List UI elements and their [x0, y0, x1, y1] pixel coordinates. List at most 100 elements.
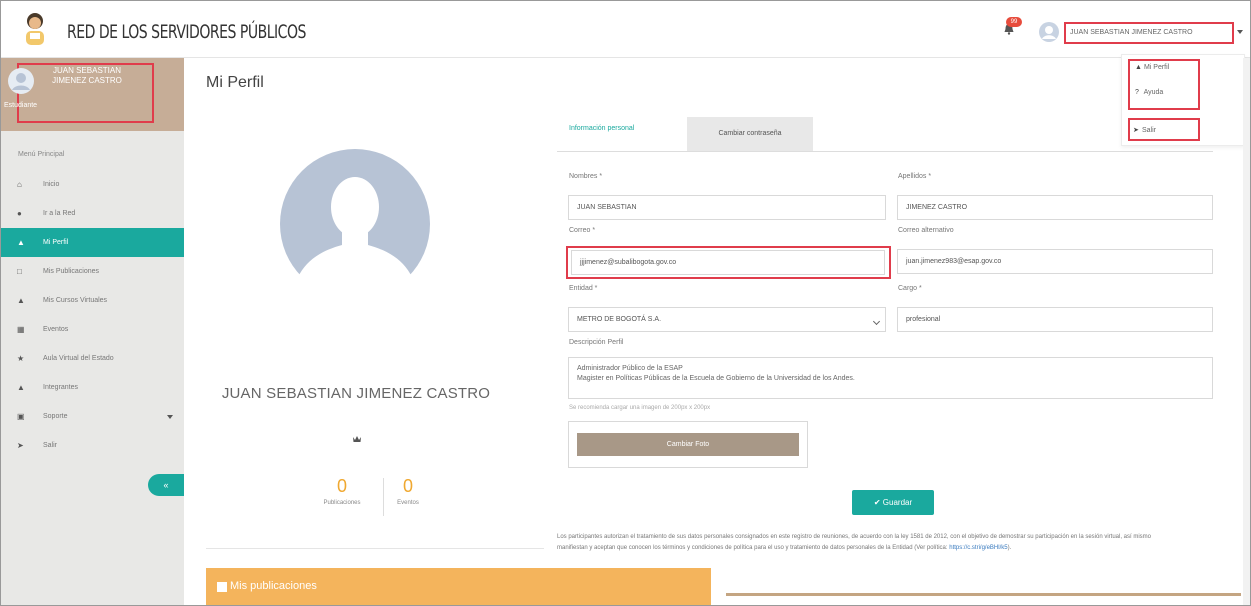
sidebar-item-label: Soporte: [43, 413, 68, 420]
app-window: RED DE LOS SERVIDORES PÚBLICOS 99 JUAN S…: [0, 0, 1251, 606]
user-icon: ▲: [17, 238, 25, 247]
first-name-field[interactable]: JUAN SEBASTIAN: [568, 195, 886, 220]
sidebar-item-salir[interactable]: ➤ Salir: [1, 431, 184, 460]
sidebar-profile-card: JUAN SEBASTIAN JIMENEZ CASTRO Estudiante: [1, 58, 184, 131]
graduation-cap-icon: ▲: [17, 296, 25, 305]
change-photo-button[interactable]: Cambiar Foto: [577, 433, 799, 456]
sidebar-item-label: Mi Perfil: [43, 239, 69, 246]
sidebar-item-label: Mis Publicaciones: [43, 268, 100, 275]
sidebar-item-mis-cursos-virtuales[interactable]: ▲ Mis Cursos Virtuales: [1, 286, 184, 315]
tab-change-password[interactable]: Cambiar contraseña: [687, 117, 813, 151]
sidebar-item-integrantes[interactable]: ▲ Integrantes: [1, 373, 184, 402]
avatar[interactable]: [1039, 22, 1059, 42]
document-icon: □: [17, 267, 22, 276]
dropdown-item-label: Mi Perfil: [1143, 64, 1170, 71]
stat-label: Publicaciones: [323, 500, 361, 506]
sidebar-item-eventos[interactable]: ▦ Eventos: [1, 315, 184, 344]
stat-value: 0: [402, 476, 413, 496]
policy-link[interactable]: https://c.stri/g/eBHl/k5: [949, 545, 1007, 551]
home-icon: ⌂: [17, 180, 22, 189]
sign-out-icon: ➤: [1133, 127, 1139, 134]
consent-close: ).: [1007, 545, 1012, 551]
publications-title: Mis publicaciones: [230, 580, 317, 592]
caret-down-icon[interactable]: [1237, 30, 1243, 34]
sidebar-item-label: Salir: [43, 442, 58, 449]
description-textarea[interactable]: Administrador Público de la ESAP Magiste…: [568, 357, 1213, 399]
position-field[interactable]: profesional: [897, 307, 1213, 332]
users-icon: ▲: [17, 383, 25, 392]
dropdown-item-label: Ayuda: [1143, 89, 1164, 96]
tabs-divider: [557, 151, 1213, 152]
publications-header[interactable]: Mis publicaciones: [206, 568, 711, 605]
description-label: Descripción Perfil: [569, 339, 624, 346]
save-button[interactable]: ✔ Guardar: [852, 490, 934, 515]
alt-email-label: Correo alternativo: [898, 227, 954, 234]
consent-text: Los participantes autorizan el tratamien…: [557, 532, 1183, 554]
photo-hint: Se recomienda cargar una imagen de 200px…: [569, 405, 711, 411]
stat-label: Eventos: [397, 500, 419, 506]
divider: [206, 548, 544, 549]
page-title: Mi Perfil: [206, 74, 264, 91]
stat-publications: 0 Publicaciones: [312, 476, 372, 506]
support-icon: ▣: [17, 412, 25, 421]
email-label: Correo *: [569, 227, 596, 234]
dropdown-item-exit[interactable]: ➤ Salir: [1133, 126, 1156, 134]
calendar-icon: ▦: [17, 325, 25, 334]
sidebar-user-name: JUAN SEBASTIAN JIMENEZ CASTRO: [52, 66, 122, 85]
sidebar-item-label: Aula Virtual del Estado: [43, 355, 114, 362]
app-title: RED DE LOS SERVIDORES PÚBLICOS: [67, 21, 306, 43]
dropdown-item-my-profile[interactable]: ▲ Mi Perfil: [1135, 64, 1169, 71]
check-icon: ✔: [873, 498, 883, 507]
scrollbar[interactable]: [1243, 58, 1250, 605]
dropdown-item-help[interactable]: ? Ayuda: [1135, 89, 1163, 96]
sidebar-item-label: Integrantes: [43, 384, 79, 391]
save-label: Guardar: [882, 498, 913, 507]
chevron-down-icon: [167, 415, 173, 419]
app-logo: [26, 13, 44, 45]
star-icon: ★: [17, 354, 25, 363]
top-bar: RED DE LOS SERVIDORES PÚBLICOS 99 JUAN S…: [1, 1, 1250, 58]
photo-upload-box: Cambiar Foto: [568, 421, 808, 468]
user-dropdown-menu: ▲ Mi Perfil ? Ayuda ➤ Salir: [1121, 54, 1245, 146]
first-name-label: Nombres *: [569, 173, 603, 180]
sidebar-item-inicio[interactable]: ⌂ Inicio: [1, 170, 184, 199]
sidebar-item-ir-a-la-red[interactable]: ● Ir a la Red: [1, 199, 184, 228]
help-icon: ?: [1135, 89, 1139, 96]
position-label: Cargo *: [898, 285, 922, 292]
user-menu-button[interactable]: JUAN SEBASTIAN JIMENEZ CASTRO: [1064, 22, 1234, 44]
email-field[interactable]: jjjimenez@subalibogota.gov.co: [571, 250, 885, 275]
menu-heading: Menú Principal: [18, 151, 65, 158]
avatar[interactable]: [8, 68, 34, 94]
sidebar-item-mis-publicaciones[interactable]: □ Mis Publicaciones: [1, 257, 184, 286]
user-icon: ▲: [1135, 64, 1142, 71]
sign-out-icon: ➤: [17, 441, 24, 450]
last-name-field[interactable]: JIMENEZ CASTRO: [897, 195, 1213, 220]
sidebar-collapse-button[interactable]: «: [148, 474, 184, 496]
sidebar-item-aula-virtual[interactable]: ★ Aula Virtual del Estado: [1, 344, 184, 373]
profile-stats: 0 Publicaciones 0 Eventos: [296, 476, 426, 521]
globe-icon: ●: [17, 209, 22, 218]
sidebar-item-mi-perfil[interactable]: ▲ Mi Perfil: [1, 228, 184, 257]
description-line: Magister en Políticas Públicas de la Esc…: [577, 375, 855, 382]
profile-name: JUAN SEBASTIAN JIMENEZ CASTRO: [221, 385, 491, 402]
last-name-label: Apellidos *: [898, 173, 932, 180]
stat-value: 0: [336, 476, 347, 496]
tab-personal-info[interactable]: Información personal: [569, 125, 634, 132]
entity-label: Entidad *: [569, 285, 598, 292]
sidebar: JUAN SEBASTIAN JIMENEZ CASTRO Estudiante…: [1, 58, 184, 605]
stat-events: 0 Eventos: [378, 476, 438, 506]
alt-email-field[interactable]: juan.jimenez983@esap.gov.co: [897, 249, 1213, 274]
sidebar-item-label: Inicio: [43, 181, 60, 188]
consent-body: Los participantes autorizan el tratamien…: [557, 534, 1152, 551]
profile-photo: [280, 149, 430, 299]
sidebar-item-label: Mis Cursos Virtuales: [43, 297, 108, 304]
notification-badge: 99: [1006, 17, 1022, 27]
sidebar-item-soporte[interactable]: ▣ Soporte: [1, 402, 184, 431]
sidebar-item-label: Ir a la Red: [43, 210, 76, 217]
divider: [726, 593, 1241, 596]
dropdown-item-label: Salir: [1141, 127, 1156, 134]
document-icon: [217, 582, 227, 592]
description-line: Administrador Público de la ESAP: [577, 365, 683, 372]
sidebar-item-label: Eventos: [43, 326, 69, 333]
entity-select[interactable]: METRO DE BOGOTÁ S.A.: [568, 307, 886, 332]
